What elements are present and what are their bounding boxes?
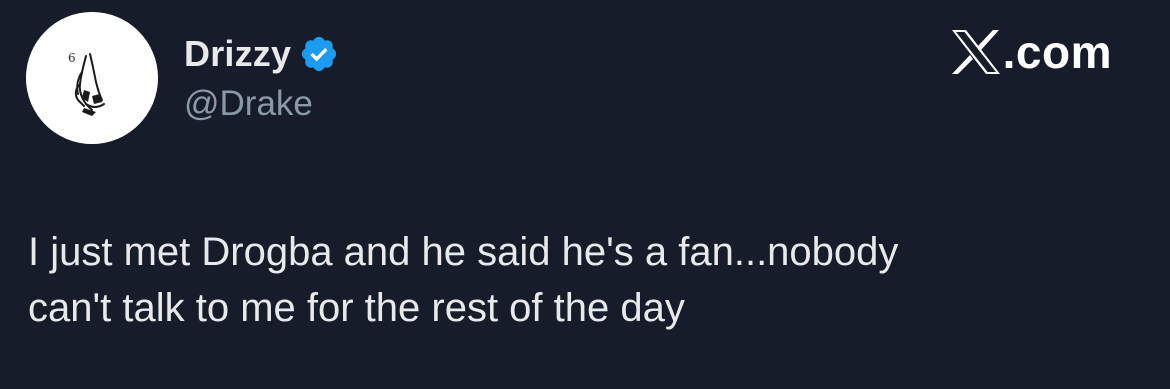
brand-domain-suffix: .com — [1002, 26, 1112, 78]
tweet-text-line: can't talk to me for the rest of the day — [28, 286, 685, 330]
brand-watermark: .com — [951, 26, 1112, 78]
x-logo-icon — [951, 29, 1001, 75]
svg-text:6: 6 — [68, 51, 76, 65]
tweet-card: 6 Drizzy @Drake .com I just met Drogba a… — [0, 0, 1170, 389]
verified-badge-icon — [299, 34, 339, 74]
tweet-text-line: I just met Drogba and he said he's a fan… — [28, 230, 899, 274]
author-handle[interactable]: @Drake — [184, 82, 313, 126]
tweet-text: I just met Drogba and he said he's a fan… — [28, 224, 1138, 336]
author-name-row: Drizzy — [184, 30, 339, 78]
praying-hands-6-logo-icon: 6 — [26, 12, 158, 144]
avatar[interactable]: 6 — [26, 12, 158, 144]
display-name[interactable]: Drizzy — [184, 34, 291, 74]
